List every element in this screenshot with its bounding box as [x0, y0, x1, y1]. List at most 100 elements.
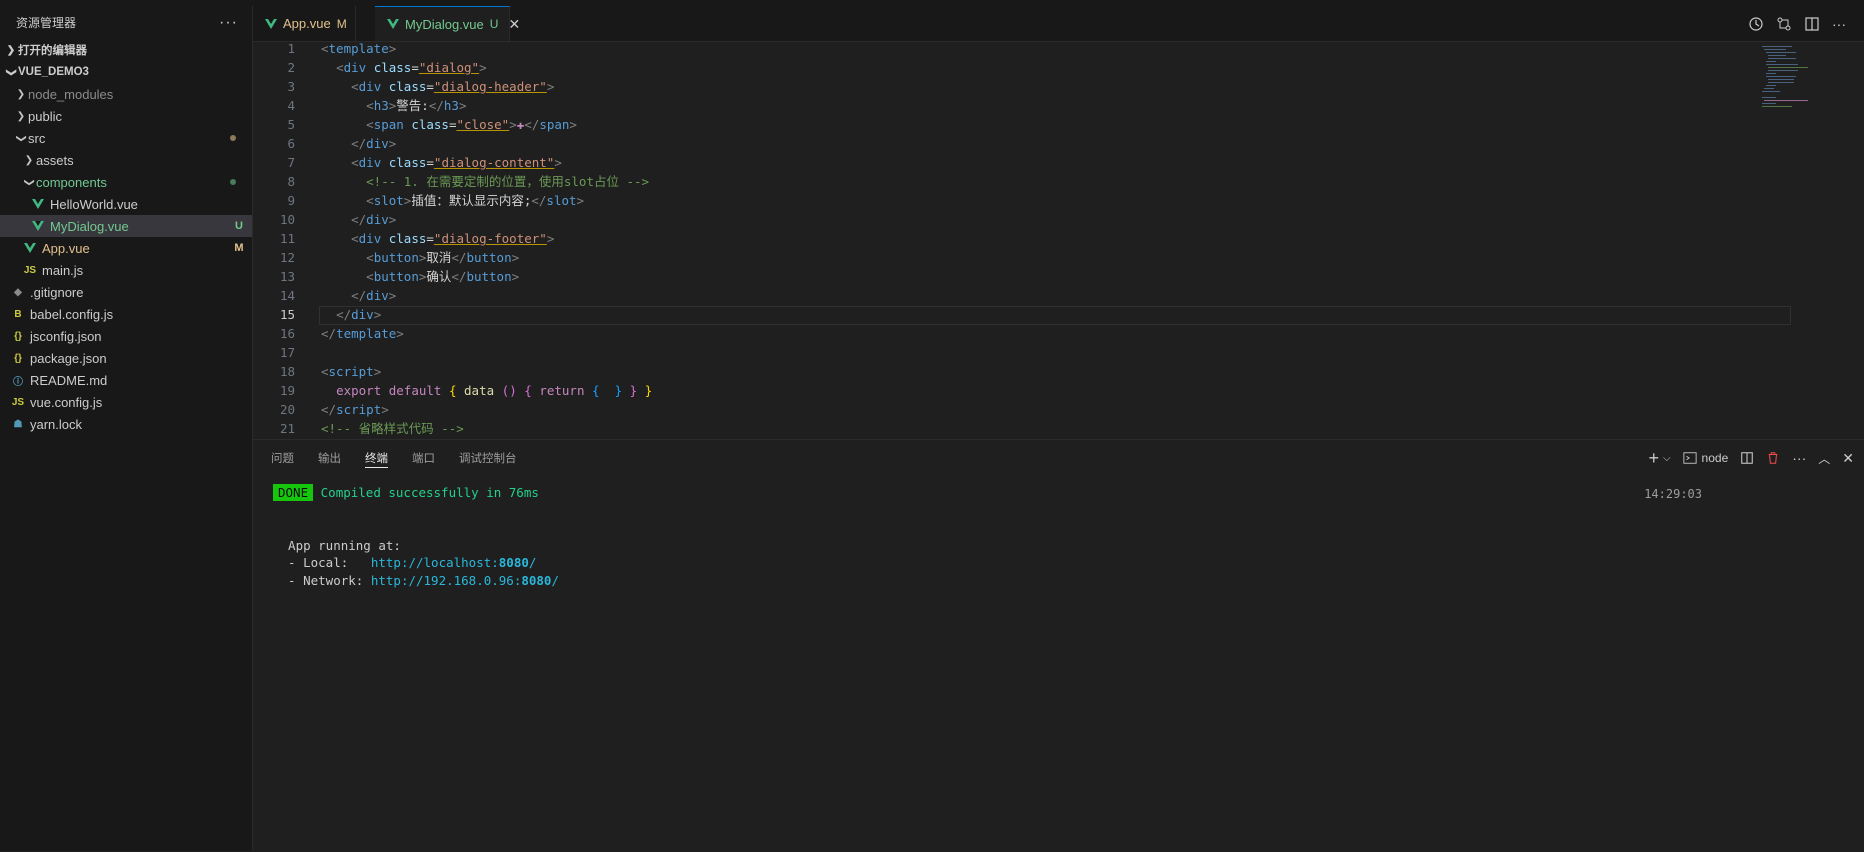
- close-panel-icon[interactable]: ✕: [1842, 450, 1854, 467]
- vue-file-icon: [387, 19, 399, 29]
- tab-app-vue[interactable]: App.vue M: [253, 6, 356, 41]
- compile-message: Compiled successfully in 76ms: [320, 485, 539, 500]
- tab-mydialog-vue[interactable]: MyDialog.vue U ✕: [375, 6, 520, 41]
- info-file-icon: ⓘ: [13, 376, 23, 388]
- tab-label: MyDialog.vue: [405, 16, 484, 32]
- panel-tab[interactable]: 端口: [412, 440, 435, 476]
- code-line: 1 <template>: [253, 42, 1864, 58]
- code-line: 8 <!-- 1. 在需要定制的位置，使用slot占位 -->: [253, 172, 1864, 191]
- tree-item[interactable]: ⓘ README.md: [0, 369, 252, 391]
- tree-item[interactable]: JS main.js: [0, 259, 252, 281]
- local-port[interactable]: 8080: [499, 555, 529, 570]
- local-url-line: - Local: http://localhost:8080/: [273, 554, 559, 572]
- code-editor[interactable]: 1 <template> 2 <div class="dialog"> 3 <div …: [253, 42, 1864, 439]
- code-line: 21 <!-- 省略样式代码 -->: [253, 419, 1864, 438]
- network-slash[interactable]: /: [551, 573, 559, 588]
- maximize-panel-icon[interactable]: ︿: [1818, 450, 1830, 467]
- bottom-panel: 问题 输出 终端 端口 调试控制台 + ⌵ node ··· ︿ ✕ DONE Comp…: [253, 439, 1864, 852]
- terminal-selector[interactable]: node: [1682, 451, 1728, 465]
- chevron-right-icon: ❯: [16, 88, 26, 100]
- explorer-header: 资源管理器 ···: [0, 6, 252, 39]
- code-text: export default { data () { return { } } …: [336, 383, 653, 398]
- panel-tab[interactable]: 问题: [271, 440, 294, 476]
- git-status-badge: U: [235, 220, 243, 232]
- network-port[interactable]: 8080: [521, 573, 551, 588]
- babel-file-icon: B: [14, 308, 22, 320]
- tree-item-label: public: [28, 108, 62, 124]
- explorer-sidebar: 资源管理器 ··· ❯ 打开的编辑器 ❯ VUE_DEMO3 ❯ node_mod…: [0, 6, 253, 851]
- code-line: 16 </template>: [253, 324, 1864, 343]
- line-number: 6: [287, 136, 295, 151]
- history-icon[interactable]: [1748, 16, 1764, 32]
- code-text: </div>: [336, 307, 382, 322]
- split-editor-icon[interactable]: [1804, 16, 1820, 32]
- done-badge: DONE: [273, 484, 314, 501]
- tree-item-label: HelloWorld.vue: [50, 196, 138, 212]
- line-number: 19: [279, 383, 295, 398]
- panel-tab[interactable]: 输出: [318, 440, 341, 476]
- close-icon[interactable]: ✕: [508, 16, 520, 33]
- tree-item[interactable]: {} package.json: [0, 347, 252, 369]
- vue-file-icon: [32, 199, 44, 209]
- minimap[interactable]: [1754, 42, 1864, 439]
- tree-item[interactable]: ❯ node_modules: [0, 83, 252, 105]
- code-line: 6 </div>: [253, 134, 1864, 153]
- panel-tab[interactable]: 调试控制台: [459, 440, 517, 476]
- local-url-link[interactable]: http://localhost:: [371, 555, 499, 570]
- more-actions-icon[interactable]: ···: [219, 14, 238, 32]
- code-line: 13 <button>确认</button>: [253, 267, 1864, 286]
- network-label: - Network:: [273, 572, 371, 588]
- code-text: <!-- 省略样式代码 -->: [321, 421, 464, 436]
- tree-item[interactable]: {} jsconfig.json: [0, 325, 252, 347]
- line-number: 17: [279, 345, 295, 360]
- tree-item-label: assets: [36, 152, 74, 168]
- terminal-output[interactable]: DONE Compiled successfully in 76ms App r…: [273, 484, 559, 589]
- tree-item[interactable]: App.vue M: [0, 237, 252, 259]
- trash-icon[interactable]: [1766, 451, 1780, 465]
- tree-item[interactable]: ☗ yarn.lock: [0, 413, 252, 435]
- split-terminal-icon[interactable]: [1740, 451, 1754, 465]
- local-slash[interactable]: /: [529, 555, 537, 570]
- tree-item[interactable]: ❯ assets: [0, 149, 252, 171]
- tab-label: App.vue: [283, 16, 331, 31]
- project-section[interactable]: ❯ VUE_DEMO3: [0, 61, 252, 83]
- tree-item[interactable]: ❯ components: [0, 171, 252, 193]
- line-number: 5: [287, 117, 295, 132]
- code-text: <span class="close">✚</span>: [366, 117, 577, 132]
- line-number: 14: [279, 288, 295, 303]
- tree-item-label: yarn.lock: [30, 416, 83, 432]
- network-url-link[interactable]: http://192.168.0.96:: [371, 573, 522, 588]
- open-editors-label: 打开的编辑器: [18, 45, 87, 57]
- open-editors-section[interactable]: ❯ 打开的编辑器: [0, 39, 252, 61]
- tree-item[interactable]: Bbabel.config.js: [0, 303, 252, 325]
- more-actions-icon[interactable]: ···: [1832, 16, 1846, 32]
- code-text: </template>: [321, 326, 404, 341]
- compare-changes-icon[interactable]: [1776, 16, 1792, 32]
- tree-item[interactable]: ◆ .gitignore: [0, 281, 252, 303]
- code-line: 14 </div>: [253, 286, 1864, 305]
- chevron-down-icon[interactable]: ⌵: [1663, 453, 1671, 464]
- line-number: 3: [287, 79, 295, 94]
- line-number: 4: [287, 98, 295, 113]
- editor-tab-bar: App.vue M MyDialog.vue U ✕ ···: [253, 6, 1864, 42]
- tree-item[interactable]: JS vue.config.js: [0, 391, 252, 413]
- code-text: <script>: [321, 364, 382, 379]
- code-text: </div>: [351, 212, 397, 227]
- line-number: 1: [287, 42, 295, 56]
- line-number: 18: [279, 364, 295, 379]
- new-terminal-icon[interactable]: +: [1648, 448, 1659, 469]
- code-text: <h3>警告:</h3>: [366, 98, 467, 113]
- terminal-icon: [1682, 452, 1697, 464]
- network-url-line: - Network: http://192.168.0.96:8080/: [273, 572, 559, 590]
- more-actions-icon[interactable]: ···: [1792, 450, 1806, 466]
- tree-item[interactable]: MyDialog.vue U: [0, 215, 252, 237]
- panel-tab[interactable]: 终端: [365, 440, 388, 476]
- line-number: 15: [279, 307, 295, 322]
- chevron-down-icon: ❯: [23, 177, 35, 187]
- chevron-down-icon: ❯: [15, 133, 27, 143]
- chevron-right-icon: ❯: [24, 154, 34, 166]
- tree-item[interactable]: HelloWorld.vue: [0, 193, 252, 215]
- tree-item[interactable]: ❯ src: [0, 127, 252, 149]
- tree-item[interactable]: ❯ public: [0, 105, 252, 127]
- chevron-down-icon: ❯: [5, 67, 17, 77]
